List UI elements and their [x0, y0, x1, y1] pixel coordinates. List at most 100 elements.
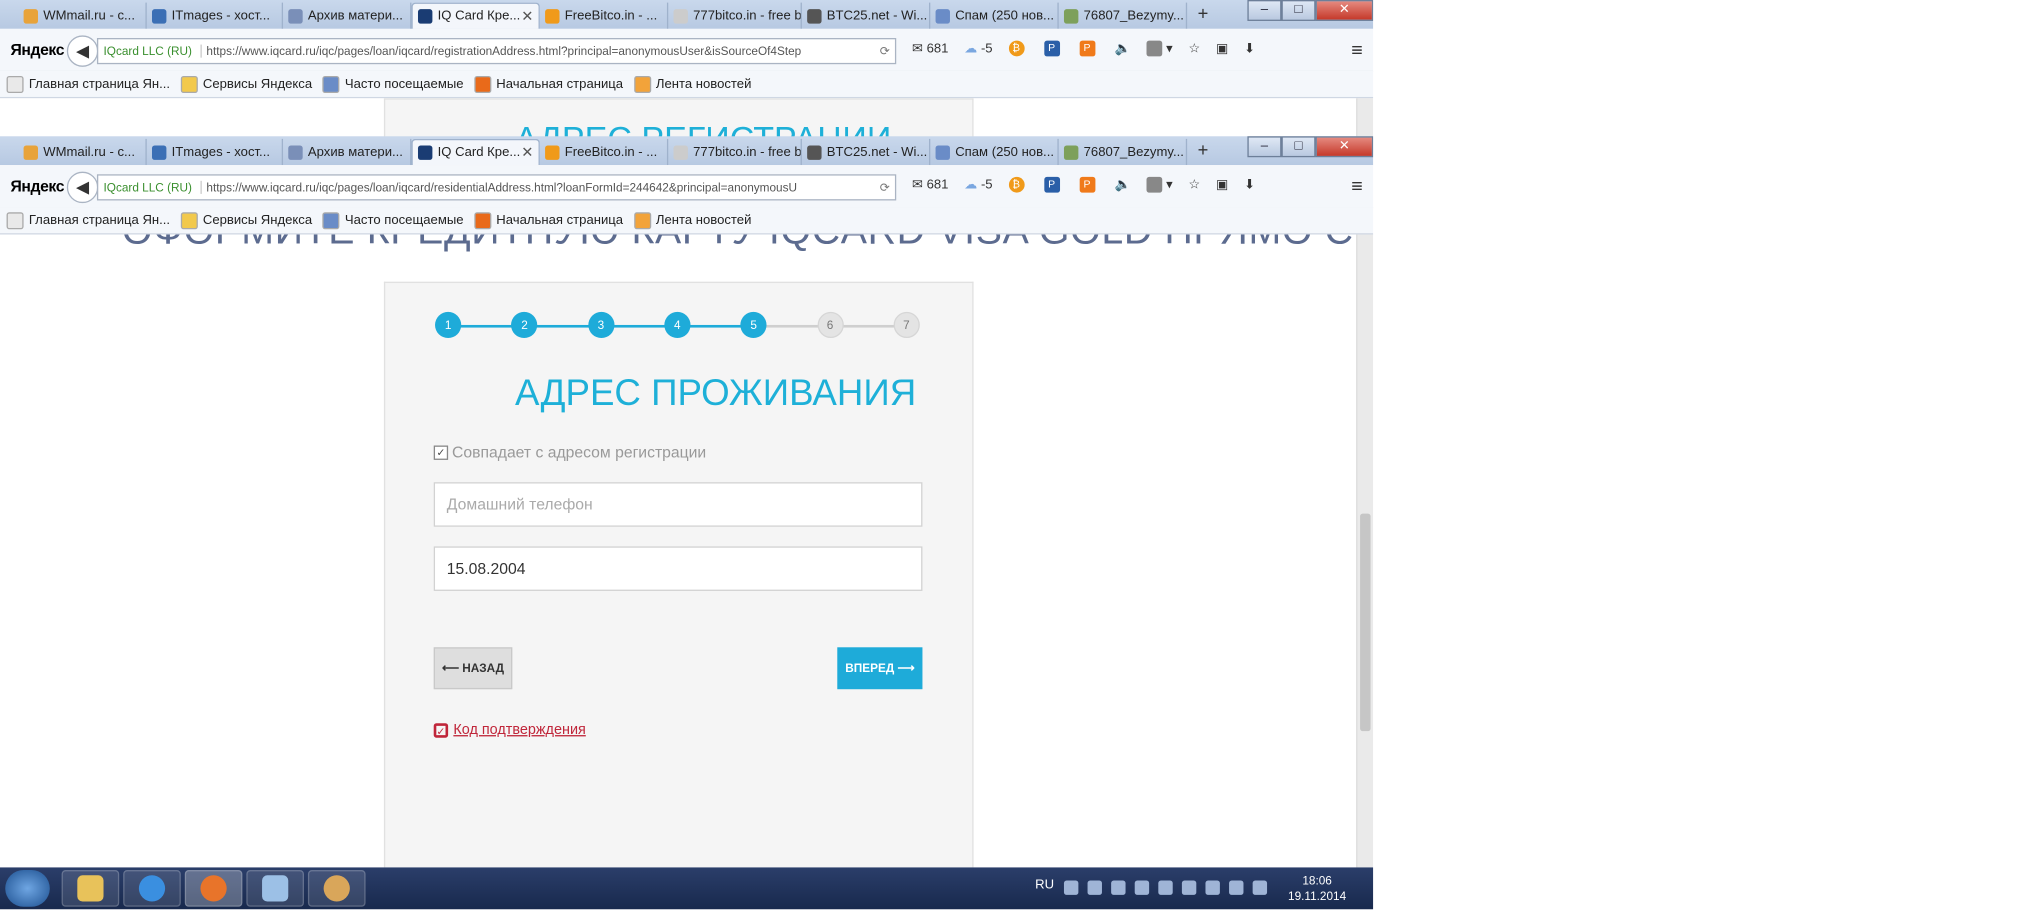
bookmark-item[interactable]: Сервисы Яндекса: [180, 75, 312, 93]
download-icon[interactable]: ⬇: [1244, 41, 1255, 55]
tab-close-icon[interactable]: ✕: [521, 8, 533, 25]
reload-icon[interactable]: ⟳: [880, 44, 890, 58]
address-bar-back[interactable]: IQcard LLC (RU) https://www.iqcard.ru/iq…: [96, 37, 897, 65]
speaker-icon[interactable]: 🔈: [1114, 41, 1130, 55]
browser-tab[interactable]: IQ Card Кре... ✕: [411, 2, 540, 29]
browser-tab[interactable]: 777bitco.in - free bi...: [668, 138, 802, 166]
taskbar-explorer[interactable]: [61, 870, 120, 907]
taskbar-paint[interactable]: [307, 870, 366, 907]
scrollbar-back[interactable]: [1356, 98, 1374, 138]
confirmation-code-link[interactable]: Код подтверждения: [453, 722, 585, 738]
browser-tab[interactable]: 76807_Bezymy...: [1059, 2, 1188, 29]
restore-button[interactable]: □: [1281, 0, 1316, 21]
bookmark-item[interactable]: Лента новостей: [633, 211, 751, 229]
browser-tab[interactable]: ITmages - хост...: [147, 2, 284, 29]
browser-tab[interactable]: Архив матери...: [283, 138, 412, 166]
minimize-button[interactable]: –: [1247, 136, 1282, 158]
home-phone-input[interactable]: Домашний телефон: [433, 482, 923, 527]
tray-icon[interactable]: [1134, 880, 1150, 895]
yandex-logo[interactable]: Яндекс: [10, 177, 64, 195]
system-clock[interactable]: 18:06 19.11.2014: [1288, 873, 1346, 904]
bookmark-item[interactable]: Главная страница Ян...: [6, 211, 171, 229]
ext-blue-icon[interactable]: P: [1043, 40, 1064, 57]
reload-icon[interactable]: ⟳: [880, 180, 890, 194]
new-tab-button[interactable]: +: [1198, 3, 1209, 24]
browser-tab[interactable]: WMmail.ru - с...: [18, 2, 147, 29]
bookmark-item[interactable]: Часто посещаемые: [322, 75, 464, 93]
mail-widget[interactable]: ✉ 681: [912, 178, 949, 192]
star-icon[interactable]: ☆: [1188, 41, 1200, 55]
tab-label: Спам (250 нов...: [955, 144, 1054, 160]
browser-tab[interactable]: WMmail.ru - с...: [18, 138, 147, 166]
browser-tab[interactable]: BTC25.net - Wi...: [802, 138, 931, 166]
taskbar-firefox[interactable]: [184, 870, 243, 907]
download-icon[interactable]: ⬇: [1244, 178, 1255, 192]
close-window-button[interactable]: ✕: [1315, 0, 1374, 21]
tray-icon[interactable]: [1229, 880, 1244, 895]
browser-tab[interactable]: Спам (250 нов...: [930, 138, 1059, 166]
browser-tab[interactable]: FreeBitco.in - ...: [540, 2, 669, 29]
bookmark-item[interactable]: Сервисы Яндекса: [180, 211, 312, 229]
taskbar-ie[interactable]: [123, 870, 181, 907]
date-input[interactable]: 15.08.2004: [433, 546, 923, 591]
site-identity-badge[interactable]: IQcard LLC (RU): [104, 44, 202, 58]
tray-icon[interactable]: [1205, 880, 1220, 895]
weather-widget[interactable]: ☁ -5: [964, 178, 992, 192]
ext-orange-icon[interactable]: Р: [1079, 40, 1099, 57]
next-button[interactable]: ВПЕРЕД ⟶: [837, 647, 923, 690]
ext-orange-icon[interactable]: Р: [1079, 176, 1099, 193]
tray-icon[interactable]: [1252, 880, 1268, 895]
confirmation-code-link-row[interactable]: ✓ Код подтверждения: [433, 722, 586, 738]
briefcase-icon[interactable]: ▣: [1216, 41, 1228, 55]
browser-tab[interactable]: Спам (250 нов...: [930, 2, 1059, 29]
page-scrollbar[interactable]: [1356, 234, 1374, 868]
browser-tab[interactable]: ITmages - хост...: [147, 138, 284, 166]
bookmark-item[interactable]: Часто посещаемые: [322, 211, 464, 229]
menu-icon[interactable]: ≡: [1351, 39, 1362, 61]
bookmark-item[interactable]: Лента новостей: [633, 75, 751, 93]
browser-tab[interactable]: 76807_Bezymy...: [1059, 138, 1188, 166]
browser-tab[interactable]: 777bitco.in - free bi...: [668, 2, 802, 29]
site-identity-badge[interactable]: IQcard LLC (RU): [104, 180, 202, 194]
bookmark-item[interactable]: Начальная страница: [474, 211, 623, 229]
language-indicator[interactable]: RU: [1035, 878, 1054, 892]
back-arrow-icon[interactable]: ◀: [66, 35, 99, 67]
close-window-button[interactable]: ✕: [1315, 136, 1374, 158]
minimize-button[interactable]: –: [1247, 0, 1282, 21]
yandex-logo[interactable]: Яндекс: [10, 41, 64, 59]
ext-gray-icon[interactable]: ▾: [1146, 176, 1173, 193]
new-tab-button[interactable]: +: [1198, 139, 1209, 160]
bookmark-item[interactable]: Главная страница Ян...: [6, 75, 171, 93]
browser-tab[interactable]: IQ Card Кре... ✕: [411, 138, 540, 166]
star-icon[interactable]: ☆: [1188, 178, 1200, 192]
bookmark-label: Главная страница Ян...: [28, 76, 171, 92]
scrollbar-thumb[interactable]: [1360, 513, 1371, 732]
bookmark-item[interactable]: Начальная страница: [474, 75, 623, 93]
same-address-checkbox[interactable]: ✓ Совпадает с адресом регистрации: [433, 443, 706, 461]
tray-icon[interactable]: [1158, 880, 1173, 895]
tray-icon[interactable]: [1111, 880, 1126, 895]
bitcoin-ext-icon[interactable]: ₿: [1008, 40, 1028, 57]
weather-widget[interactable]: ☁ -5: [964, 41, 992, 55]
browser-tab[interactable]: BTC25.net - Wi...: [802, 2, 931, 29]
restore-button[interactable]: □: [1281, 136, 1316, 158]
ext-gray-icon[interactable]: ▾: [1146, 40, 1173, 57]
browser-tab[interactable]: FreeBitco.in - ...: [540, 138, 669, 166]
back-button[interactable]: ⟵ НАЗАД: [433, 647, 513, 690]
menu-icon[interactable]: ≡: [1351, 176, 1362, 198]
bitcoin-ext-icon[interactable]: ₿: [1008, 176, 1028, 193]
tray-icon[interactable]: [1087, 880, 1102, 895]
start-button[interactable]: [5, 870, 50, 907]
browser-tab[interactable]: Архив матери...: [283, 2, 412, 29]
tray-icon[interactable]: [1181, 880, 1197, 895]
briefcase-icon[interactable]: ▣: [1216, 178, 1228, 192]
ext-blue-icon[interactable]: P: [1043, 176, 1064, 193]
speaker-icon[interactable]: 🔈: [1114, 178, 1130, 192]
address-bar-front[interactable]: IQcard LLC (RU) https://www.iqcard.ru/iq…: [96, 174, 897, 201]
back-arrow-icon[interactable]: ◀: [66, 171, 99, 204]
checkbox-check-icon[interactable]: ✓: [433, 444, 449, 460]
tray-icon[interactable]: [1063, 880, 1079, 895]
tab-close-icon[interactable]: ✕: [521, 144, 533, 161]
mail-widget[interactable]: ✉ 681: [912, 41, 949, 55]
taskbar-app[interactable]: [246, 870, 304, 907]
